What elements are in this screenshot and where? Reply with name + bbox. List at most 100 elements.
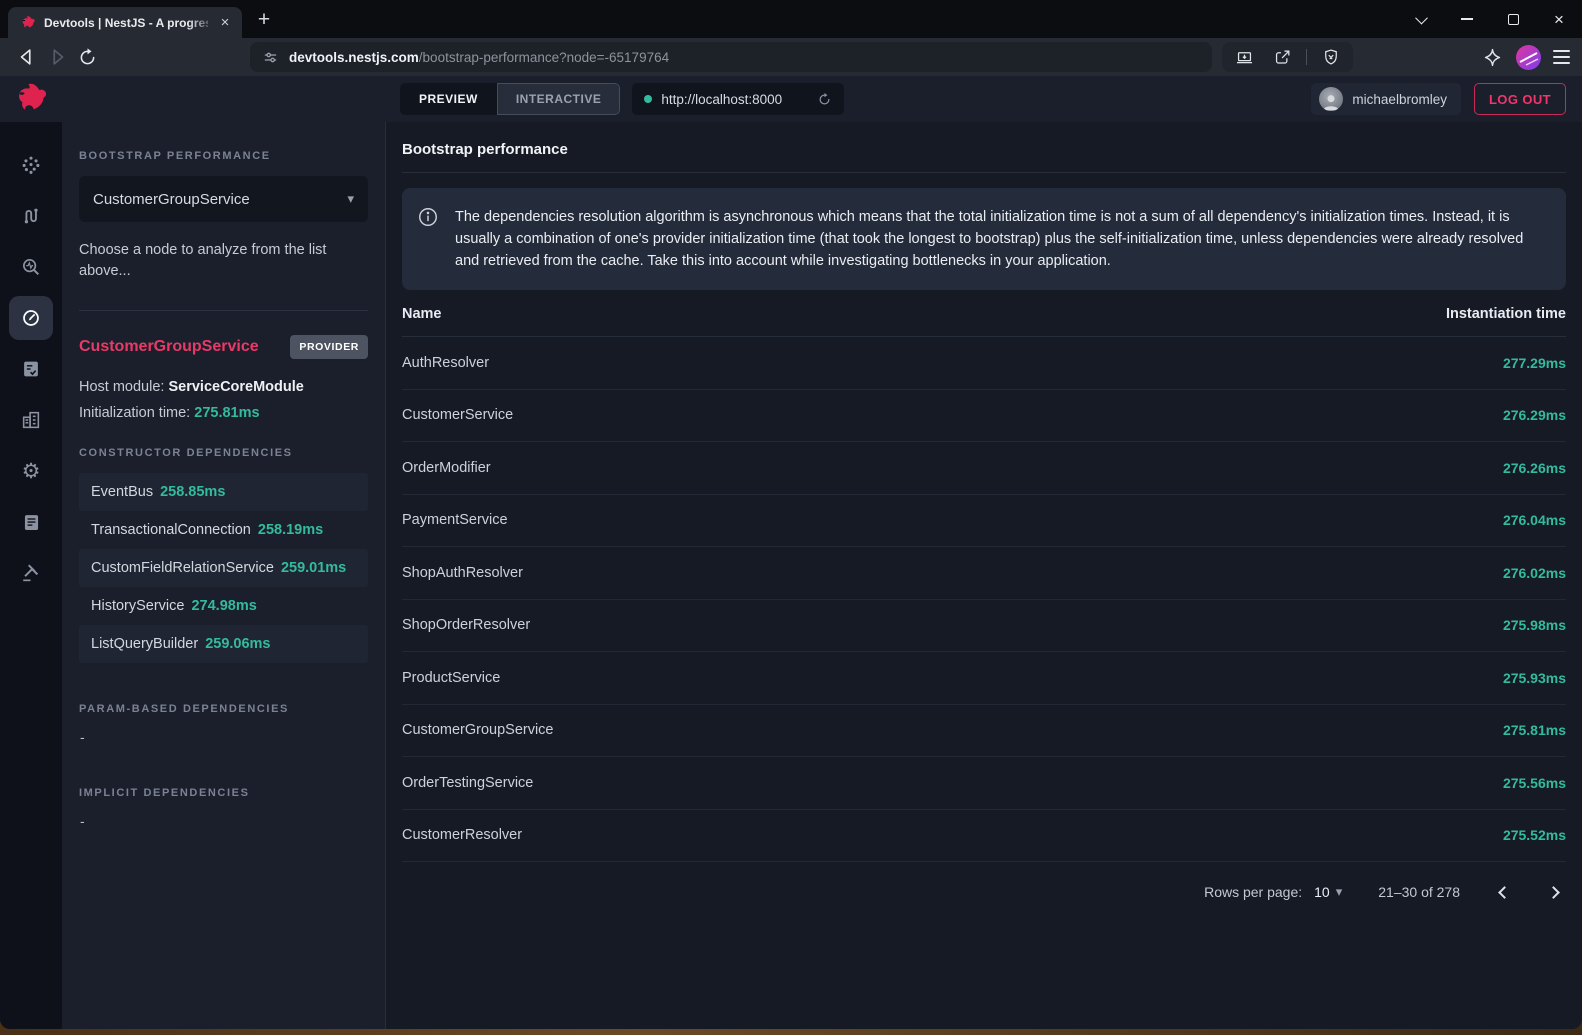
maximize-button[interactable]	[1490, 0, 1536, 38]
dependency-item[interactable]: CustomFieldRelationService259.01ms	[79, 549, 368, 587]
leo-ai-icon[interactable]	[1478, 43, 1506, 71]
param-deps-title: PARAM-BASED DEPENDENCIES	[79, 703, 368, 715]
logout-button[interactable]: LOG OUT	[1474, 83, 1566, 115]
table-row: CustomerResolver275.52ms	[402, 810, 1566, 863]
table-row: OrderTestingService275.56ms	[402, 757, 1566, 810]
sandbox-icon[interactable]	[9, 551, 53, 595]
url-domain: devtools.nestjs.com	[289, 50, 419, 65]
host-module-row: Host module: ServiceCoreModule	[79, 379, 368, 395]
table-row: ShopOrderResolver275.98ms	[402, 600, 1566, 653]
previous-page-button[interactable]	[1500, 884, 1509, 900]
info-text: The dependencies resolution algorithm is…	[455, 206, 1542, 272]
browser-window: Devtools | NestJS - A progressive × + × …	[0, 0, 1582, 1029]
page-title: Bootstrap performance	[402, 122, 1566, 173]
rows-per-page-label: Rows per page:	[1204, 884, 1302, 900]
table-row: ShopAuthResolver276.02ms	[402, 547, 1566, 600]
rows-per-page-select[interactable]: 10▾	[1314, 884, 1342, 900]
toolbar-pill	[1222, 42, 1353, 72]
back-icon[interactable]	[12, 42, 42, 72]
tune-icon[interactable]	[262, 49, 279, 66]
app-header: PREVIEW INTERACTIVE http://localhost:800…	[0, 76, 1582, 122]
node-panel: BOOTSTRAP PERFORMANCE CustomerGroupServi…	[62, 122, 386, 1029]
tab-title: Devtools | NestJS - A progressive	[44, 16, 208, 30]
table-row: ProductService275.93ms	[402, 652, 1566, 705]
audit-icon[interactable]	[9, 347, 53, 391]
constructor-deps-title: CONSTRUCTOR DEPENDENCIES	[79, 447, 368, 459]
node-select[interactable]: CustomerGroupService ▾	[79, 176, 368, 222]
dependency-item[interactable]: EventBus258.85ms	[79, 473, 368, 511]
docs-icon[interactable]	[9, 500, 53, 544]
user-avatar	[1319, 87, 1343, 111]
url-bar[interactable]: devtools.nestjs.com/bootstrap-performanc…	[250, 42, 1212, 72]
graph-icon[interactable]	[9, 143, 53, 187]
browser-toolbar: devtools.nestjs.com/bootstrap-performanc…	[0, 38, 1582, 76]
info-icon	[417, 206, 439, 228]
url-path: /bootstrap-performance?node=-65179764	[419, 50, 669, 65]
nestjs-favicon-icon	[20, 15, 36, 31]
implicit-deps-empty: -	[79, 813, 368, 829]
panel-divider	[79, 310, 368, 311]
chevron-down-icon: ▾	[1336, 884, 1343, 900]
constructor-deps-list: EventBus258.85msTransactionalConnection2…	[79, 473, 368, 663]
init-time-row: Initialization time: 275.81ms	[79, 405, 368, 421]
close-button[interactable]: ×	[1536, 0, 1582, 38]
settings-icon[interactable]: ⚙	[9, 449, 53, 493]
routes-icon[interactable]	[9, 194, 53, 238]
user-menu[interactable]: michaelbromley	[1311, 83, 1461, 115]
table-row: CustomerService276.29ms	[402, 390, 1566, 443]
performance-table-body: AuthResolver277.29msCustomerService276.2…	[402, 337, 1566, 862]
dependency-item[interactable]: ListQueryBuilder259.06ms	[79, 625, 368, 663]
browser-profile-avatar[interactable]	[1516, 45, 1541, 70]
panel-section-title: BOOTSTRAP PERFORMANCE	[79, 150, 368, 162]
inspector-icon[interactable]	[9, 245, 53, 289]
node-select-value: CustomerGroupService	[93, 191, 250, 208]
chevron-down-icon: ▾	[347, 191, 354, 207]
table-row: OrderModifier276.26ms	[402, 442, 1566, 495]
tab-close-icon[interactable]: ×	[216, 14, 234, 32]
reload-icon[interactable]	[72, 42, 102, 72]
share-icon[interactable]	[1268, 43, 1296, 71]
minimize-button[interactable]	[1444, 0, 1490, 38]
tab-search-icon[interactable]	[1398, 0, 1444, 38]
next-page-button[interactable]	[1549, 884, 1558, 900]
nestjs-logo-icon[interactable]	[0, 81, 62, 117]
page-range: 21–30 of 278	[1378, 884, 1460, 900]
icon-rail: ⚙	[0, 122, 62, 1029]
forward-icon[interactable]	[42, 42, 72, 72]
target-url-box[interactable]: http://localhost:8000	[632, 83, 844, 115]
mode-toggle: PREVIEW INTERACTIVE	[400, 83, 620, 115]
column-name: Name	[402, 306, 442, 322]
dependency-item[interactable]: TransactionalConnection258.19ms	[79, 511, 368, 549]
performance-icon[interactable]	[9, 296, 53, 340]
pagination: Rows per page: 10▾ 21–30 of 278	[402, 862, 1566, 900]
main-content: Bootstrap performance The dependencies r…	[386, 122, 1582, 1029]
browser-tab[interactable]: Devtools | NestJS - A progressive ×	[8, 7, 242, 38]
menu-icon[interactable]	[1553, 50, 1570, 64]
host-module-value: ServiceCoreModule	[168, 379, 303, 395]
table-header: Name Instantiation time	[402, 290, 1566, 337]
window-controls: ×	[1398, 0, 1582, 38]
column-instantiation-time: Instantiation time	[1446, 306, 1566, 322]
param-deps-empty: -	[79, 729, 368, 745]
info-callout: The dependencies resolution algorithm is…	[402, 188, 1566, 290]
tab-preview[interactable]: PREVIEW	[400, 83, 497, 115]
dependency-item[interactable]: HistoryService274.98ms	[79, 587, 368, 625]
target-url: http://localhost:8000	[661, 92, 808, 107]
tab-interactive[interactable]: INTERACTIVE	[497, 83, 621, 115]
username: michaelbromley	[1352, 92, 1447, 107]
toolbar-divider	[1306, 49, 1307, 65]
brave-shield-icon[interactable]	[1317, 43, 1345, 71]
tab-strip: Devtools | NestJS - A progressive × + ×	[0, 0, 1582, 38]
table-row: PaymentService276.04ms	[402, 495, 1566, 548]
modules-icon[interactable]	[9, 398, 53, 442]
implicit-deps-title: IMPLICIT DEPENDENCIES	[79, 787, 368, 799]
init-time-value: 275.81ms	[194, 405, 259, 421]
selected-node-name: CustomerGroupService	[79, 338, 259, 356]
send-to-device-icon[interactable]	[1230, 43, 1258, 71]
new-tab-button[interactable]: +	[250, 7, 278, 35]
provider-badge: PROVIDER	[290, 335, 368, 359]
refresh-icon[interactable]	[817, 92, 832, 107]
tab-title-fade	[188, 11, 216, 35]
panel-hint: Choose a node to analyze from the list a…	[79, 240, 368, 282]
status-dot	[644, 95, 652, 103]
